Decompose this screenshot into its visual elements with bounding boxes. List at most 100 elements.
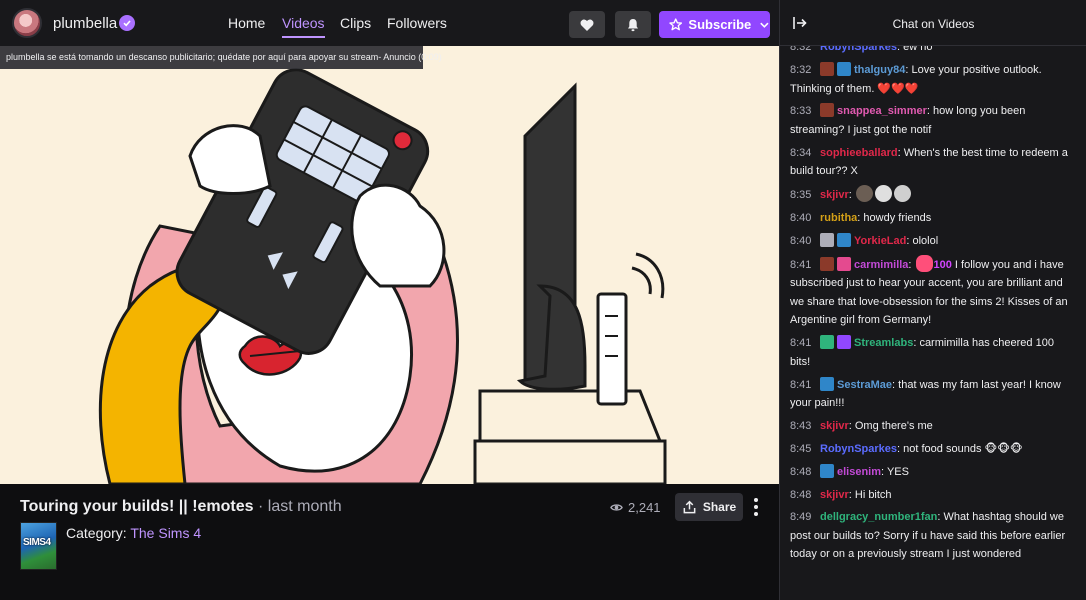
video-info-panel: Touring your builds! || !emotes · last m… — [0, 484, 779, 600]
cheer-amount: 100 — [933, 258, 952, 271]
view-count: 2,241 — [610, 500, 661, 515]
chat-message-text: YES — [886, 465, 909, 478]
crown-badge-icon[interactable] — [820, 376, 834, 391]
title-separator: · — [258, 498, 264, 515]
wrench-badge-icon[interactable] — [820, 335, 834, 350]
heart-badge-icon[interactable] — [837, 256, 851, 271]
star-icon — [669, 18, 683, 31]
chat-timestamp: 8:49 — [790, 511, 812, 524]
chat-username[interactable]: skjivr — [820, 189, 849, 201]
cheer-emote-icon — [915, 254, 933, 272]
cup-badge-icon[interactable] — [820, 62, 834, 77]
subscribe-label: Subscribe — [688, 17, 752, 32]
chat-message: 8:40 YorkieLad: ololol — [790, 230, 1077, 253]
crown-badge-icon[interactable] — [820, 463, 834, 478]
cup-badge-icon[interactable] — [820, 103, 834, 118]
subscribe-button[interactable]: Subscribe — [659, 11, 770, 38]
crown-badge-icon[interactable] — [837, 62, 851, 77]
chat-username[interactable]: snappea_simmer — [837, 105, 927, 117]
chat-timestamp: 8:35 — [790, 189, 812, 202]
follow-button[interactable] — [569, 11, 605, 38]
tab-videos[interactable]: Videos — [282, 0, 325, 46]
video-thumbnail-illustration — [0, 46, 779, 484]
chat-timestamp: 8:32 — [790, 64, 812, 77]
chat-username[interactable]: skjivr — [820, 489, 849, 501]
chat-timestamp: 8:48 — [790, 465, 812, 478]
chat-username[interactable]: SestraMae — [837, 379, 892, 391]
share-label: Share — [702, 500, 737, 514]
category-boxart[interactable]: SIMS4 — [20, 522, 57, 570]
chat-message: 8:40 rubitha: howdy friends — [790, 207, 1077, 230]
chat-username[interactable]: sophieeballard — [820, 147, 898, 159]
chat-message: 8:35 skjivr: — [790, 183, 1077, 207]
chat-message-text: not food sounds 🐵🐵🐵 — [903, 442, 1023, 455]
chat-emote-icon — [855, 185, 873, 203]
chat-message-text: ololol — [912, 234, 939, 247]
more-options-icon[interactable] — [749, 494, 763, 520]
eye-icon — [610, 504, 623, 511]
chat-timestamp: 8:41 — [790, 337, 812, 350]
tab-clips-label: Clips — [340, 15, 372, 31]
chat-message-text: howdy friends — [863, 212, 932, 225]
chat-emote-icon — [893, 185, 911, 203]
crown-badge-icon[interactable] — [837, 232, 851, 247]
chat-message: 8:41 Streamlabs: carmimilla has cheered 1… — [790, 332, 1077, 373]
channel-avatar[interactable] — [12, 8, 42, 38]
view-count-value: 2,241 — [628, 500, 661, 515]
chat-username[interactable]: YorkieLad — [854, 235, 906, 247]
chat-message-text: Omg there's me — [854, 419, 933, 432]
chat-username[interactable]: dellgracy_number1fan — [820, 511, 937, 523]
chat-username[interactable]: skjivr — [820, 420, 849, 432]
tab-home[interactable]: Home — [228, 0, 265, 46]
chat-message: 8:41 carmimilla: 100 I follow you and i ha… — [790, 253, 1077, 332]
chat-title: Chat on Videos — [892, 17, 975, 31]
main-column: plumbella Home Videos Clips Followers Su… — [0, 0, 779, 600]
channel-name[interactable]: plumbella — [53, 15, 117, 32]
tab-followers[interactable]: Followers — [387, 0, 447, 46]
chat-username[interactable]: Streamlabs — [854, 337, 913, 349]
chat-message: 8:48 elisenim: YES — [790, 461, 1077, 484]
category-link[interactable]: The Sims 4 — [130, 525, 201, 541]
channel-header: plumbella Home Videos Clips Followers Su… — [0, 0, 779, 46]
video-title-row: Touring your builds! || !emotes · last m… — [20, 498, 342, 516]
share-icon — [683, 500, 696, 513]
trophy-badge-icon[interactable] — [820, 232, 834, 247]
chevron-down-icon — [760, 22, 769, 28]
chat-username[interactable]: RobynSparkes — [820, 443, 897, 455]
boxart-text: SIMS4 — [23, 537, 51, 548]
chat-timestamp: 8:41 — [790, 258, 812, 271]
chat-message: 8:41 SestraMae: that was my fam last year… — [790, 373, 1077, 414]
chat-message: 8:33 snappea_simmer: how long you been st… — [790, 100, 1077, 141]
notifications-button[interactable] — [615, 11, 651, 38]
active-tab-indicator — [282, 36, 325, 38]
chat-timestamp: 8:43 — [790, 419, 812, 432]
chat-username[interactable]: rubitha — [820, 212, 857, 224]
chat-separator: : — [848, 189, 855, 202]
chat-message: 8:32 thalguy84: Love your positive outloo… — [790, 59, 1077, 100]
chat-emote-icon — [874, 185, 892, 203]
chat-message: 8:48 skjivr: Hi bitch — [790, 483, 1077, 506]
chat-timestamp: 8:40 — [790, 212, 812, 225]
chat-timestamp: 8:45 — [790, 442, 812, 455]
video-title: Touring your builds! || !emotes — [20, 498, 254, 515]
chat-username[interactable]: carmimilla — [854, 259, 908, 271]
verified-badge-icon[interactable] — [837, 335, 851, 350]
chat-panel: Chat on Videos 8:32 RobynSparkes: ew no 8:… — [779, 0, 1086, 600]
chat-message: 8:34 sophieeballard: When's the best time… — [790, 142, 1077, 183]
video-player[interactable] — [0, 46, 779, 484]
tab-clips[interactable]: Clips — [340, 0, 371, 46]
tab-videos-label: Videos — [282, 15, 325, 31]
chat-message: 8:45 RobynSparkes: not food sounds 🐵🐵🐵 — [790, 438, 1077, 461]
category-row: Category: The Sims 4 — [66, 525, 201, 541]
chat-username[interactable]: elisenim — [837, 466, 881, 478]
chat-timestamp: 8:41 — [790, 378, 812, 391]
category-label: Category: — [66, 525, 127, 541]
chat-message: 8:43 skjivr: Omg there's me — [790, 415, 1077, 438]
share-button[interactable]: Share — [675, 493, 743, 521]
chat-message: 8:49 dellgracy_number1fan: What hashtag s… — [790, 506, 1077, 566]
chat-timestamp: 8:34 — [790, 146, 812, 159]
chat-message-list[interactable]: 8:32 RobynSparkes: ew no 8:32 thalguy84: Lo… — [780, 36, 1086, 566]
chat-username[interactable]: thalguy84 — [854, 64, 905, 76]
cup-badge-icon[interactable] — [820, 256, 834, 271]
tab-followers-label: Followers — [387, 15, 447, 31]
